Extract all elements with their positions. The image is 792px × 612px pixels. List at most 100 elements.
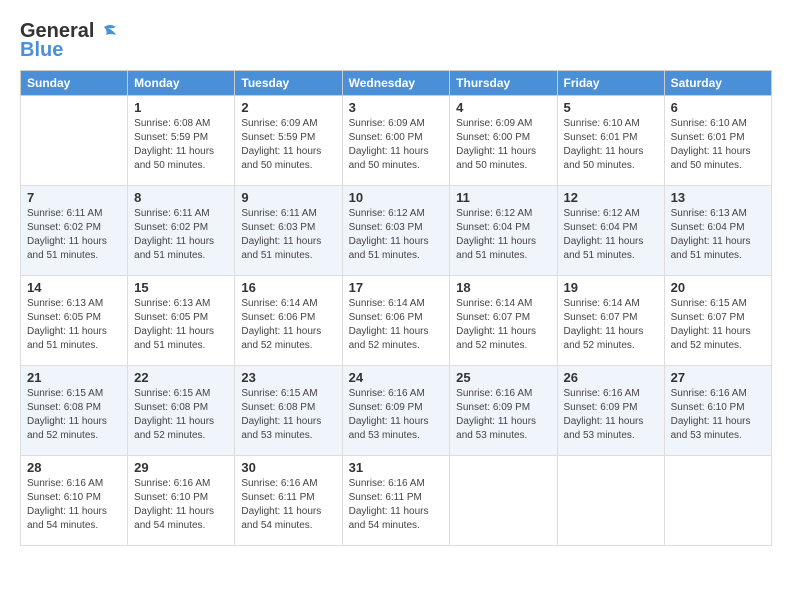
calendar-cell: 31 Sunrise: 6:16 AMSunset: 6:11 PMDayligh… [342,456,450,546]
day-info: Sunrise: 6:12 AMSunset: 6:04 PMDaylight:… [456,207,550,263]
calendar-cell: 28 Sunrise: 6:16 AMSunset: 6:10 PMDayligh… [21,456,128,546]
calendar-cell: 26Sunrise: 6:16 AMSunset: 6:09 PMDayligh… [557,366,664,456]
calendar-week-2: 14 Sunrise: 6:13 AMSunset: 6:05 PMDayligh… [21,276,772,366]
day-number: 24 [349,370,444,385]
day-number: 22 [134,370,228,385]
day-number: 7 [27,190,121,205]
day-number: 12 [564,190,658,205]
calendar-cell: 27Sunrise: 6:16 AMSunset: 6:10 PMDayligh… [664,366,771,456]
calendar-cell: 25 Sunrise: 6:16 AMSunset: 6:09 PMDayligh… [450,366,557,456]
calendar-cell: 18 Sunrise: 6:14 AMSunset: 6:07 PMDayligh… [450,276,557,366]
day-number: 15 [134,280,228,295]
day-number: 4 [456,100,550,115]
calendar-cell [664,456,771,546]
calendar-cell: 11 Sunrise: 6:12 AMSunset: 6:04 PMDayligh… [450,186,557,276]
day-info: Sunrise: 6:14 AMSunset: 6:07 PMDaylight:… [456,297,550,353]
calendar-cell: 10 Sunrise: 6:12 AMSunset: 6:03 PMDayligh… [342,186,450,276]
day-info: Sunrise: 6:11 AMSunset: 6:03 PMDaylight:… [241,207,335,263]
day-info: Sunrise: 6:14 AMSunset: 6:07 PMDaylight:… [564,297,658,353]
day-info: Sunrise: 6:14 AMSunset: 6:06 PMDaylight:… [349,297,444,353]
calendar-week-3: 21 Sunrise: 6:15 AMSunset: 6:08 PMDayligh… [21,366,772,456]
calendar-cell: 14 Sunrise: 6:13 AMSunset: 6:05 PMDayligh… [21,276,128,366]
calendar-week-0: 1 Sunrise: 6:08 AMSunset: 5:59 PMDaylight… [21,96,772,186]
day-number: 19 [564,280,658,295]
day-number: 9 [241,190,335,205]
day-number: 28 [27,460,121,475]
calendar-cell: 2Sunrise: 6:09 AMSunset: 5:59 PMDaylight… [235,96,342,186]
calendar-cell: 4 Sunrise: 6:09 AMSunset: 6:00 PMDaylight… [450,96,557,186]
calendar-cell: 17 Sunrise: 6:14 AMSunset: 6:06 PMDayligh… [342,276,450,366]
day-number: 30 [241,460,335,475]
day-info: Sunrise: 6:15 AMSunset: 6:08 PMDaylight:… [241,387,335,443]
day-info: Sunrise: 6:16 AMSunset: 6:09 PMDaylight:… [349,387,444,443]
day-info: Sunrise: 6:16 AMSunset: 6:09 PMDaylight:… [456,387,550,443]
day-number: 26 [564,370,658,385]
col-header-saturday: Saturday [664,71,771,96]
day-info: Sunrise: 6:08 AMSunset: 5:59 PMDaylight:… [134,117,228,173]
day-number: 29 [134,460,228,475]
calendar-cell: 3Sunrise: 6:09 AMSunset: 6:00 PMDaylight… [342,96,450,186]
calendar-cell: 22 Sunrise: 6:15 AMSunset: 6:08 PMDayligh… [128,366,235,456]
day-info: Sunrise: 6:09 AMSunset: 6:00 PMDaylight:… [349,117,444,173]
day-info: Sunrise: 6:09 AMSunset: 6:00 PMDaylight:… [456,117,550,173]
day-number: 17 [349,280,444,295]
header: General Blue [20,20,772,62]
day-info: Sunrise: 6:16 AMSunset: 6:10 PMDaylight:… [134,477,228,533]
day-info: Sunrise: 6:12 AMSunset: 6:03 PMDaylight:… [349,207,444,263]
col-header-sunday: Sunday [21,71,128,96]
calendar-cell: 24 Sunrise: 6:16 AMSunset: 6:09 PMDayligh… [342,366,450,456]
logo-blue: Blue [20,39,63,62]
day-number: 25 [456,370,550,385]
calendar-cell: 12 Sunrise: 6:12 AMSunset: 6:04 PMDayligh… [557,186,664,276]
calendar-cell: 8Sunrise: 6:11 AMSunset: 6:02 PMDaylight… [128,186,235,276]
day-number: 10 [349,190,444,205]
day-info: Sunrise: 6:13 AMSunset: 6:04 PMDaylight:… [671,207,765,263]
col-header-monday: Monday [128,71,235,96]
day-info: Sunrise: 6:10 AMSunset: 6:01 PMDaylight:… [671,117,765,173]
calendar-cell: 13Sunrise: 6:13 AMSunset: 6:04 PMDayligh… [664,186,771,276]
day-number: 2 [241,100,335,115]
day-number: 16 [241,280,335,295]
calendar-cell: 6 Sunrise: 6:10 AMSunset: 6:01 PMDaylight… [664,96,771,186]
day-number: 11 [456,190,550,205]
day-info: Sunrise: 6:12 AMSunset: 6:04 PMDaylight:… [564,207,658,263]
day-info: Sunrise: 6:11 AMSunset: 6:02 PMDaylight:… [134,207,228,263]
calendar-cell: 21 Sunrise: 6:15 AMSunset: 6:08 PMDayligh… [21,366,128,456]
day-info: Sunrise: 6:15 AMSunset: 6:08 PMDaylight:… [134,387,228,443]
day-info: Sunrise: 6:16 AMSunset: 6:11 PMDaylight:… [349,477,444,533]
calendar-week-4: 28 Sunrise: 6:16 AMSunset: 6:10 PMDayligh… [21,456,772,546]
calendar-cell [21,96,128,186]
calendar-table: SundayMondayTuesdayWednesdayThursdayFrid… [20,70,772,546]
day-number: 23 [241,370,335,385]
calendar-cell: 29 Sunrise: 6:16 AMSunset: 6:10 PMDayligh… [128,456,235,546]
calendar-cell [450,456,557,546]
col-header-tuesday: Tuesday [235,71,342,96]
day-number: 27 [671,370,765,385]
day-info: Sunrise: 6:10 AMSunset: 6:01 PMDaylight:… [564,117,658,173]
calendar-cell: 15Sunrise: 6:13 AMSunset: 6:05 PMDayligh… [128,276,235,366]
day-number: 21 [27,370,121,385]
day-info: Sunrise: 6:11 AMSunset: 6:02 PMDaylight:… [27,207,121,263]
day-info: Sunrise: 6:14 AMSunset: 6:06 PMDaylight:… [241,297,335,353]
col-header-wednesday: Wednesday [342,71,450,96]
calendar-cell: 1 Sunrise: 6:08 AMSunset: 5:59 PMDaylight… [128,96,235,186]
calendar-cell: 23 Sunrise: 6:15 AMSunset: 6:08 PMDayligh… [235,366,342,456]
calendar-cell: 7 Sunrise: 6:11 AMSunset: 6:02 PMDaylight… [21,186,128,276]
day-info: Sunrise: 6:16 AMSunset: 6:11 PMDaylight:… [241,477,335,533]
day-number: 18 [456,280,550,295]
day-number: 14 [27,280,121,295]
logo: General Blue [20,20,118,62]
calendar-week-1: 7 Sunrise: 6:11 AMSunset: 6:02 PMDaylight… [21,186,772,276]
day-number: 6 [671,100,765,115]
day-number: 31 [349,460,444,475]
day-info: Sunrise: 6:16 AMSunset: 6:10 PMDaylight:… [27,477,121,533]
calendar-cell: 19 Sunrise: 6:14 AMSunset: 6:07 PMDayligh… [557,276,664,366]
col-header-thursday: Thursday [450,71,557,96]
calendar-cell: 9 Sunrise: 6:11 AMSunset: 6:03 PMDaylight… [235,186,342,276]
logo-bird-icon [96,23,118,41]
day-info: Sunrise: 6:15 AMSunset: 6:08 PMDaylight:… [27,387,121,443]
day-number: 20 [671,280,765,295]
day-number: 1 [134,100,228,115]
day-info: Sunrise: 6:13 AMSunset: 6:05 PMDaylight:… [27,297,121,353]
calendar-cell: 16 Sunrise: 6:14 AMSunset: 6:06 PMDayligh… [235,276,342,366]
